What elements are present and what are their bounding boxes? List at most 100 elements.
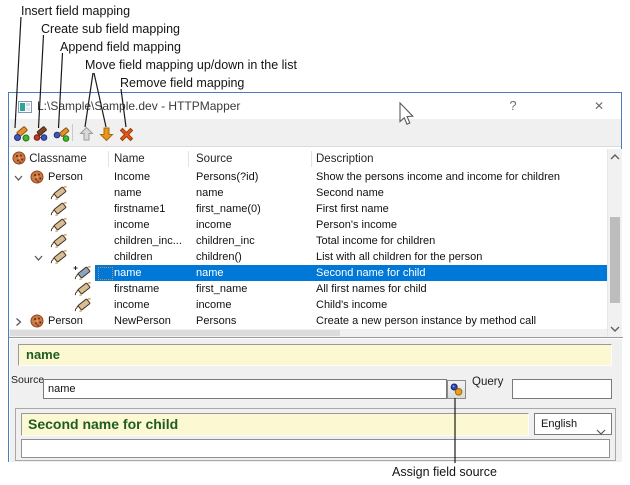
cell-source: children_inc <box>196 233 310 249</box>
cell-description: Second name <box>316 185 606 201</box>
toolbar <box>9 119 621 147</box>
description-group: Second name for child English <box>15 408 616 461</box>
remove-field-mapping-button[interactable] <box>116 123 136 144</box>
callout-insert-field-mapping: Insert field mapping <box>21 4 130 18</box>
field-mapping-icon <box>49 233 68 249</box>
cell-name: name <box>114 185 192 201</box>
cell-description: Create a new person instance by method c… <box>316 313 606 329</box>
field-mapping-icon <box>73 297 92 313</box>
cell-description: Child's income <box>316 297 606 313</box>
table-row[interactable]: Person IncomePersons(?id) Show the persons… <box>9 169 607 185</box>
cell-description: First first name <box>316 201 606 217</box>
callout-create-sub-field-mapping: Create sub field mapping <box>41 22 180 36</box>
class-icon <box>30 169 44 185</box>
cell-name: income <box>114 297 192 313</box>
help-button[interactable]: ? <box>503 93 523 119</box>
append-field-mapping-icon <box>53 126 70 142</box>
cell-source: Persons <box>196 313 310 329</box>
description-banner: Second name for child <box>21 413 529 436</box>
column-header-classname[interactable]: Classname <box>12 149 87 169</box>
vertical-scrollbar[interactable] <box>607 149 622 337</box>
create-sub-field-mapping-icon <box>33 126 50 142</box>
table-row[interactable]: children_inc...children_incTotal income … <box>9 233 607 249</box>
column-divider[interactable] <box>311 151 312 167</box>
titlebar[interactable]: L:\Sample\Sample.dev - HTTPMapper ? ✕ <box>9 93 621 119</box>
cell-name: Income <box>114 169 192 185</box>
column-header-description[interactable]: Description <box>316 149 374 169</box>
table-row[interactable]: firstnamefirst_nameAll first names for c… <box>9 281 607 297</box>
column-divider[interactable] <box>188 151 189 167</box>
insert-field-mapping-icon <box>13 126 30 142</box>
field-mapping-icon <box>49 249 68 265</box>
toolbar-separator <box>72 124 73 141</box>
scroll-down-icon[interactable] <box>609 321 621 337</box>
create-sub-field-mapping-button[interactable] <box>31 123 51 144</box>
table-row[interactable]: namenameSecond name for child <box>9 265 607 281</box>
assign-field-source-button[interactable] <box>447 380 466 399</box>
cell-name: firstname1 <box>114 201 192 217</box>
cell-description: All first names for child <box>316 281 606 297</box>
language-value: English <box>541 418 577 430</box>
column-divider[interactable] <box>108 151 109 167</box>
list-header: Classname Name Source Description <box>9 149 607 169</box>
table-row[interactable]: childrenchildren()List with all children… <box>9 249 607 265</box>
callout-assign-field-source: Assign field source <box>392 465 497 479</box>
callout-remove-field-mapping: Remove field mapping <box>120 76 244 90</box>
field-mapping-icon <box>49 185 68 201</box>
cell-description: List with all children for the person <box>316 249 606 265</box>
cell-source: first_name(0) <box>196 201 310 217</box>
insert-field-mapping-button[interactable] <box>11 123 31 144</box>
callout-append-field-mapping: Append field mapping <box>60 40 181 54</box>
cell-name: name <box>114 265 192 281</box>
move-up-icon <box>78 126 95 142</box>
app-icon <box>18 100 32 118</box>
cell-source: children() <box>196 249 310 265</box>
focus-box <box>98 267 113 280</box>
query-input[interactable] <box>512 379 612 399</box>
cell-source: Persons(?id) <box>196 169 310 185</box>
cell-classname: Person <box>48 313 83 329</box>
cell-name: children_inc... <box>114 233 192 249</box>
move-down-icon <box>98 126 115 142</box>
scroll-up-icon[interactable] <box>609 149 621 165</box>
table-row[interactable]: Person NewPersonPersons Create a new perso… <box>9 313 607 329</box>
table-row[interactable]: incomeincomePerson's income <box>9 217 607 233</box>
query-label: Query <box>472 376 503 388</box>
description-editor[interactable] <box>21 439 610 458</box>
scrollbar-thumb[interactable] <box>610 217 620 303</box>
class-icon <box>30 313 44 329</box>
callout-move-field-mapping: Move field mapping up/down in the list <box>85 58 297 72</box>
column-header-source[interactable]: Source <box>196 149 232 169</box>
screenshot-stage: Insert field mapping Create sub field ma… <box>0 0 630 485</box>
detail-panel: name Source Query Second name for child … <box>9 337 623 463</box>
column-header-name[interactable]: Name <box>114 149 145 169</box>
close-button[interactable]: ✕ <box>589 93 609 119</box>
cell-classname: Person <box>48 169 83 185</box>
cell-source: income <box>196 297 310 313</box>
source-label: Source <box>11 374 44 386</box>
table-row[interactable]: firstname1first_name(0) First first name <box>9 201 607 217</box>
window: L:\Sample\Sample.dev - HTTPMapper ? ✕ <box>8 92 622 462</box>
window-title: L:\Sample\Sample.dev - HTTPMapper <box>37 93 240 119</box>
append-field-mapping-button[interactable] <box>51 123 71 144</box>
cell-name: NewPerson <box>114 313 192 329</box>
cell-name: firstname <box>114 281 192 297</box>
cell-description: Show the persons income and income for c… <box>316 169 606 185</box>
move-down-button[interactable] <box>96 123 116 144</box>
horizontal-scrollbar[interactable] <box>9 329 607 337</box>
field-mapping-icon <box>73 265 92 281</box>
source-input[interactable] <box>43 379 447 399</box>
field-mapping-icon <box>73 281 92 297</box>
table-row[interactable]: incomeincome Child's income <box>9 297 607 313</box>
column-label: Classname <box>29 153 87 165</box>
move-up-button[interactable] <box>76 123 96 144</box>
remove-field-mapping-icon <box>118 126 135 142</box>
field-mapping-icon <box>49 201 68 217</box>
assign-source-icon <box>450 383 463 396</box>
table-row[interactable]: namename Second name <box>9 185 607 201</box>
cell-source: name <box>196 185 310 201</box>
language-dropdown[interactable]: English <box>534 413 612 435</box>
cell-source: income <box>196 217 310 233</box>
scrollbar-thumb[interactable] <box>10 330 340 336</box>
class-icon <box>12 151 26 165</box>
